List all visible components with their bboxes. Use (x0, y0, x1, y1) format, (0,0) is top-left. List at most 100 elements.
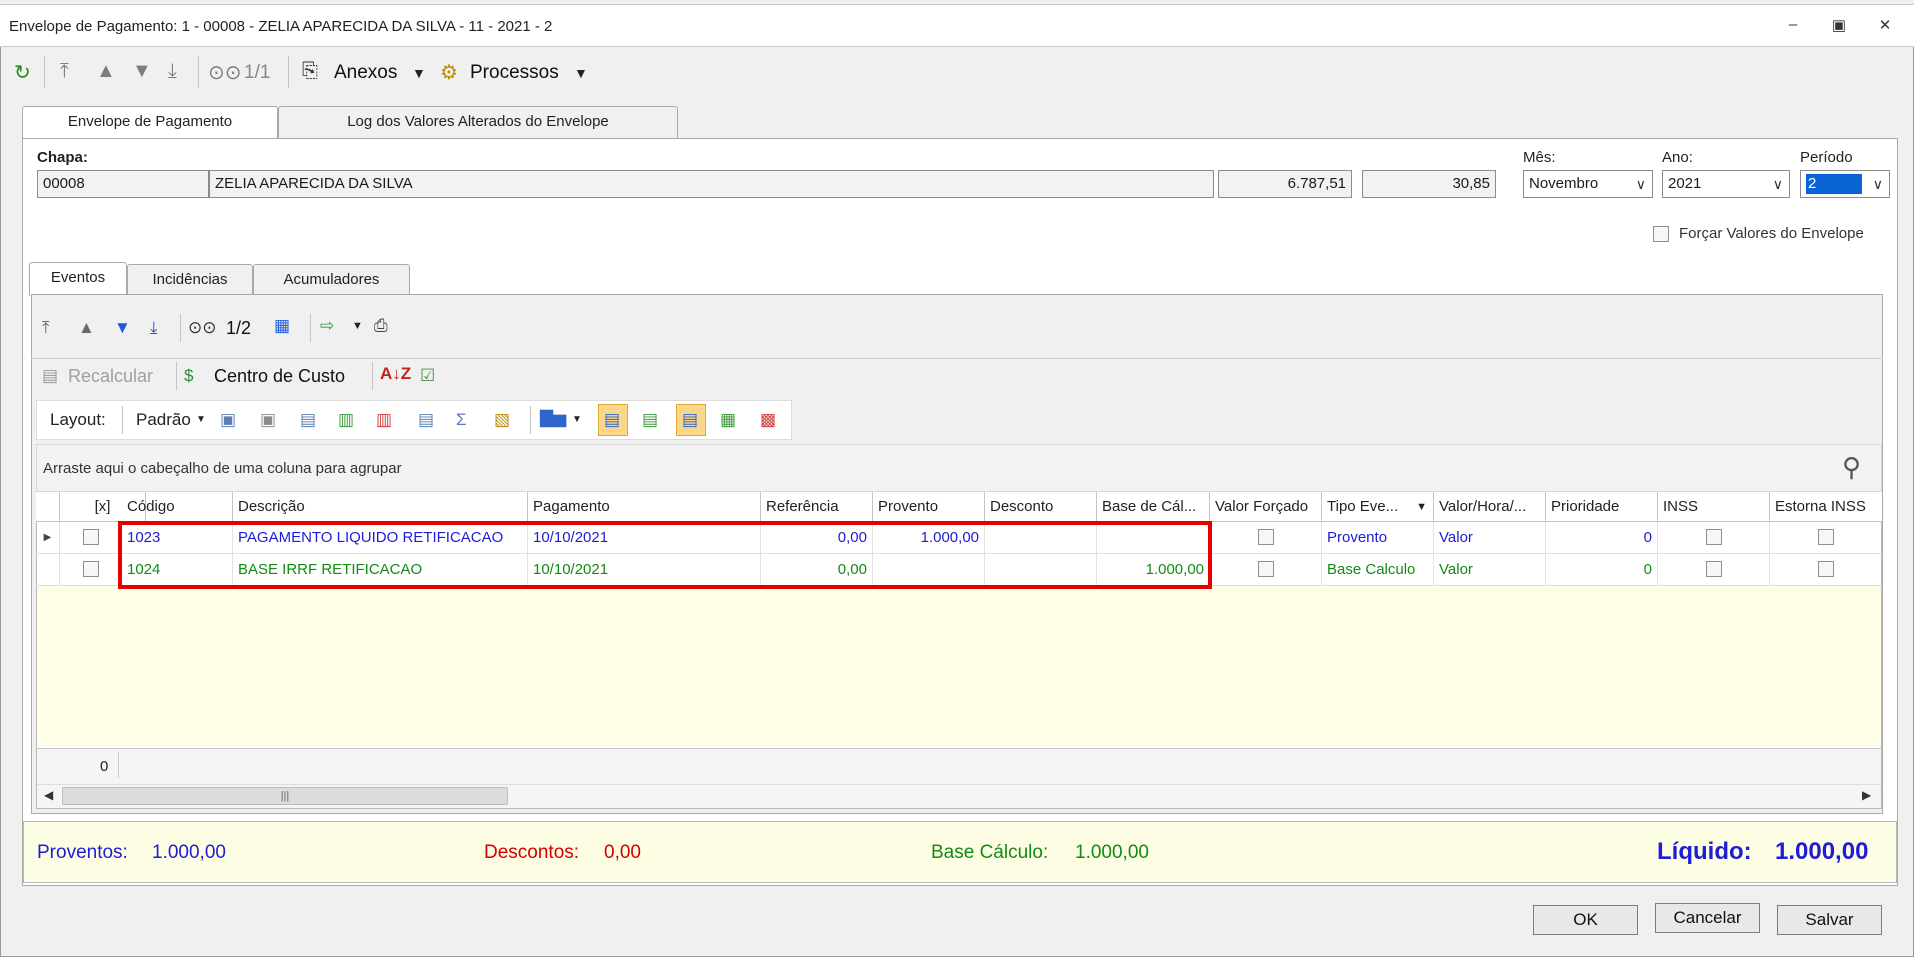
next-event-icon[interactable]: ▼ (114, 318, 131, 338)
column-header-estorna-inss[interactable]: Estorna INSS (1770, 492, 1882, 522)
grid-view-icon[interactable]: ▦ (274, 316, 290, 336)
ano-select[interactable]: 2021 ∨ (1662, 170, 1790, 198)
sum-icon[interactable]: Σ (456, 410, 467, 430)
ok-button[interactable]: OK (1533, 905, 1638, 935)
column-header-codigo[interactable]: Código (122, 492, 233, 522)
cell-valor-forcado (1210, 554, 1322, 585)
first-record-icon[interactable]: ⤒ (60, 60, 69, 83)
nome-field[interactable]: ZELIA APARECIDA DA SILVA (209, 170, 1214, 198)
sort-az-icon[interactable]: A↓Z (380, 364, 411, 384)
anexos-menu[interactable]: Anexos (334, 62, 397, 84)
padrao-dropdown-icon[interactable]: ▼ (196, 414, 206, 425)
export-layout-icon[interactable]: ▥ (338, 410, 354, 430)
filter-dropdown-icon[interactable]: ▼ (1416, 492, 1427, 522)
binoculars-icon[interactable]: ⊙⊙ (188, 318, 217, 338)
font-icon[interactable]: ▩ (760, 410, 776, 430)
tab-log-valores[interactable]: Log dos Valores Alterados do Envelope (278, 106, 678, 138)
inss-checkbox[interactable] (1705, 529, 1722, 545)
main-toolbar: ↻ ⤒ ▲ ▼ ⤓ ⊙⊙ 1/1 ⎘ Anexos ▼ ⚙ Processos … (10, 52, 1904, 92)
tab-acumuladores[interactable]: Acumuladores (253, 264, 410, 296)
salvar-button[interactable]: Salvar (1777, 905, 1882, 935)
inss-checkbox[interactable] (1705, 561, 1722, 577)
estorna-inss-checkbox[interactable] (1818, 529, 1834, 545)
recalcular-button[interactable]: Recalcular (68, 366, 153, 387)
toolbar-separator (180, 314, 181, 342)
scroll-left-icon[interactable]: ◀ (44, 788, 53, 802)
tab-eventos[interactable]: Eventos (29, 262, 127, 296)
proventos-label: Proventos: (37, 842, 128, 863)
last-record-icon[interactable]: ⤓ (168, 60, 177, 83)
next-record-icon[interactable]: ▼ (132, 60, 152, 83)
chart-icon[interactable]: ▇▅ (540, 408, 566, 428)
anexos-dropdown-icon[interactable]: ▼ (412, 65, 426, 81)
auto-filter-icon[interactable]: ▤ (642, 410, 658, 430)
column-header-descricao[interactable]: Descrição (233, 492, 528, 522)
column-header-tipo-evento[interactable]: Tipo Eve... ▼ (1322, 492, 1434, 522)
tab-envelope-pagamento[interactable]: Envelope de Pagamento (22, 106, 278, 140)
record-position: 1/1 (244, 62, 271, 83)
row-indicator (36, 554, 60, 585)
import-icon[interactable]: ⇨ (320, 316, 334, 336)
toolbar-separator (288, 56, 289, 88)
padrao-layout-select[interactable]: Padrão (136, 410, 191, 430)
binoculars-icon[interactable]: ⊙⊙ (208, 60, 242, 85)
chapa-field[interactable]: 00008 (37, 170, 209, 198)
column-header-desconto[interactable]: Desconto (985, 492, 1097, 522)
import-dropdown-icon[interactable]: ▼ (352, 320, 363, 332)
delete-layout-icon[interactable]: ▣ (260, 410, 276, 430)
search-icon[interactable]: ⚲ (1842, 452, 1861, 483)
grid-lines-icon[interactable]: ▦ (720, 410, 736, 430)
chart-dropdown-icon[interactable]: ▼ (572, 414, 582, 425)
valor2-field[interactable]: 30,85 (1362, 170, 1496, 198)
previous-record-icon[interactable]: ▲ (96, 60, 116, 83)
column-header-valor-hora[interactable]: Valor/Hora/... (1434, 492, 1546, 522)
valor-forcado-checkbox[interactable] (1257, 529, 1274, 545)
cell-valor-hora[interactable]: Valor (1434, 522, 1546, 553)
centro-de-custo-button[interactable]: Centro de Custo (214, 366, 345, 387)
periodo-select[interactable]: 2 ∨ (1800, 170, 1890, 198)
columns-icon[interactable]: ▤ (300, 410, 316, 430)
maximize-icon[interactable]: ▣ (1826, 16, 1852, 36)
cell-prioridade[interactable]: 0 (1546, 554, 1658, 585)
processos-dropdown-icon[interactable]: ▼ (574, 65, 588, 81)
cell-tipo-evento[interactable]: Base Calculo (1322, 554, 1434, 585)
tab-incidencias[interactable]: Incidências (127, 264, 253, 296)
column-header-inss[interactable]: INSS (1658, 492, 1770, 522)
column-header-valor-forcado[interactable]: Valor Forçado (1210, 492, 1322, 522)
document-check-icon[interactable]: ☑ (420, 366, 435, 386)
save-layout-icon[interactable]: ▣ (220, 410, 236, 430)
group-by-hint: Arraste aqui o cabeçalho de uma coluna p… (43, 460, 402, 477)
refresh-icon[interactable]: ↻ (14, 60, 31, 85)
cell-valor-hora[interactable]: Valor (1434, 554, 1546, 585)
scroll-right-icon[interactable]: ▶ (1862, 788, 1871, 802)
forcar-valores-checkbox[interactable] (1653, 226, 1669, 242)
mes-select[interactable]: Novembro ∨ (1523, 170, 1653, 198)
window-title: Envelope de Pagamento: 1 - 00008 - ZELIA… (9, 18, 553, 35)
column-header-referencia[interactable]: Referência (761, 492, 873, 522)
last-event-icon[interactable]: ⤓ (150, 318, 158, 338)
scroll-thumb[interactable]: ||| (62, 787, 508, 805)
row-select-checkbox[interactable] (82, 529, 99, 545)
column-header-provento[interactable]: Provento (873, 492, 985, 522)
column-header-pagamento[interactable]: Pagamento (528, 492, 761, 522)
cancelar-button[interactable]: Cancelar (1655, 903, 1760, 933)
filter-row-icon[interactable]: ▤ (418, 410, 434, 430)
row-select-checkbox[interactable] (82, 561, 99, 577)
event-record-position: 1/2 (226, 318, 252, 338)
column-header-prioridade[interactable]: Prioridade (1546, 492, 1658, 522)
valor-forcado-checkbox[interactable] (1257, 561, 1274, 577)
column-header-base[interactable]: Base de Cál... (1097, 492, 1210, 522)
processos-menu[interactable]: Processos (470, 62, 559, 84)
print-icon[interactable]: ⎙ (374, 316, 388, 336)
highlight-frame (118, 521, 1212, 589)
previous-event-icon[interactable]: ▲ (78, 318, 95, 338)
close-icon[interactable]: ✕ (1872, 16, 1898, 36)
minimize-icon[interactable]: – (1780, 16, 1806, 36)
import-layout-icon[interactable]: ▥ (376, 410, 392, 430)
cell-prioridade[interactable]: 0 (1546, 522, 1658, 553)
estorna-inss-checkbox[interactable] (1818, 561, 1834, 577)
cell-tipo-evento[interactable]: Provento (1322, 522, 1434, 553)
first-event-icon[interactable]: ⤒ (42, 318, 50, 338)
valor1-field[interactable]: 6.787,51 (1218, 170, 1352, 198)
edit-layout-icon[interactable]: ▧ (494, 410, 510, 430)
